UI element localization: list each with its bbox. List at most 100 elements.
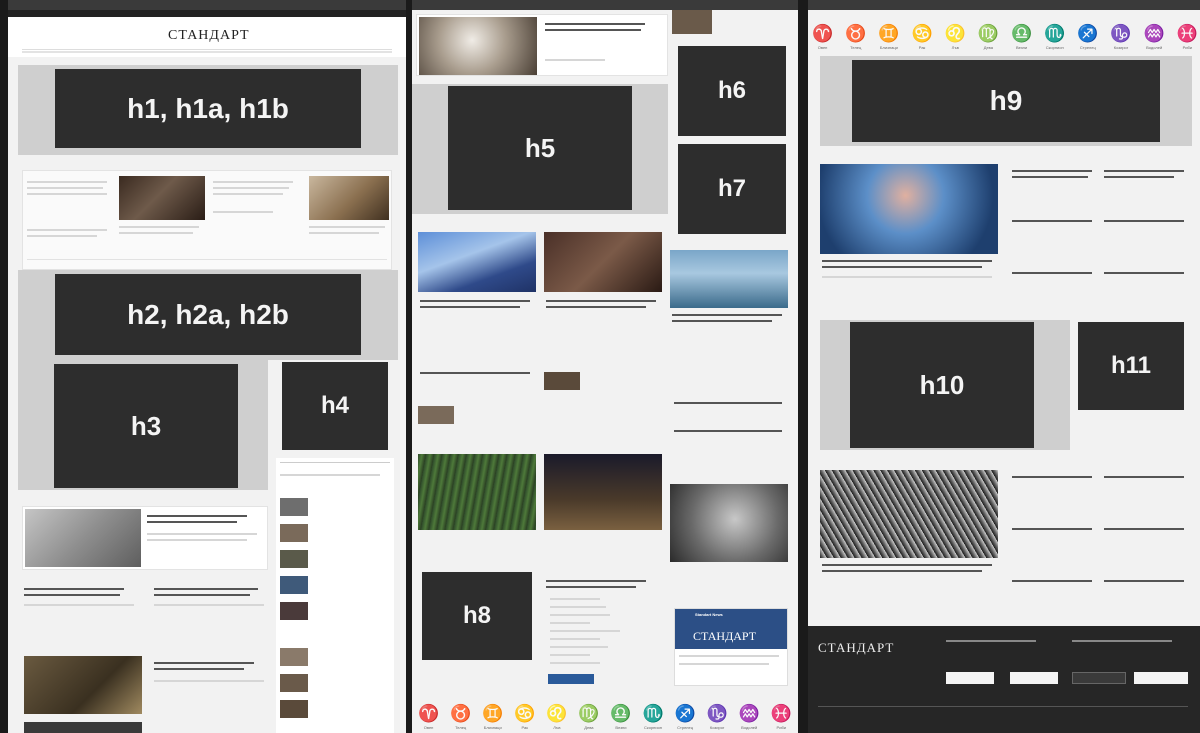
thumb[interactable] <box>544 372 580 390</box>
ad-slot-h2[interactable]: h2, h2a, h2b <box>55 274 361 355</box>
ad-slot-h10[interactable]: h10 <box>850 322 1034 448</box>
ad-slot-h1[interactable]: h1, h1a, h1b <box>55 69 361 148</box>
thumb[interactable] <box>280 648 308 666</box>
subscribe-button[interactable] <box>1134 672 1188 684</box>
poll-option[interactable] <box>550 614 610 616</box>
news-block <box>22 170 392 270</box>
zodiac-item[interactable]: ♓ Риби <box>771 704 792 730</box>
thumb[interactable] <box>280 498 308 516</box>
thumb[interactable] <box>418 406 454 424</box>
zodiac-label: Скорпион <box>1045 45 1064 50</box>
article-image-tower[interactable] <box>820 470 998 558</box>
zodiac-icon: ♓ <box>770 704 792 723</box>
ad-slot-h8[interactable]: h8 <box>422 572 532 660</box>
article-image[interactable] <box>119 176 205 220</box>
zodiac-label: Везни <box>1015 45 1028 50</box>
text-line <box>213 187 289 189</box>
ad-slot-h5[interactable]: h5 <box>448 86 632 210</box>
zodiac-item[interactable]: ♐ Стрелец <box>675 704 696 730</box>
zodiac-icon: ♌ <box>944 24 966 43</box>
zodiac-label: Дева <box>983 45 993 50</box>
zodiac-item[interactable]: ♒ Водолей <box>739 704 760 730</box>
zodiac-item[interactable]: ♎ Везни <box>1011 24 1032 50</box>
facebook-promo[interactable]: Standart News СТАНДАРТ <box>674 608 788 686</box>
zodiac-item[interactable]: ♈ Овен <box>418 704 439 730</box>
zodiac-icon: ♐ <box>1077 24 1099 43</box>
article-image[interactable] <box>25 509 141 567</box>
zodiac-item[interactable]: ♐ Стрелец <box>1077 24 1098 50</box>
text-line <box>309 232 379 234</box>
gallery-image[interactable] <box>418 454 536 530</box>
zodiac-icon: ♋ <box>911 24 933 43</box>
ad-slot-h3[interactable]: h3 <box>54 364 238 488</box>
site-logo[interactable]: СТАНДАРТ <box>168 28 250 44</box>
zodiac-icon: ♌ <box>546 704 568 723</box>
article-image-portrait[interactable] <box>670 484 788 562</box>
zodiac-item[interactable]: ♉ Телец <box>450 704 471 730</box>
zodiac-item[interactable]: ♋ Рак <box>514 704 535 730</box>
poll-option[interactable] <box>550 662 600 664</box>
zodiac-item[interactable]: ♎ Везни <box>610 704 631 730</box>
zodiac-item[interactable]: ♊ Близнаци <box>878 24 899 50</box>
thumb[interactable] <box>280 550 308 568</box>
menu-line <box>22 51 392 53</box>
poll-option[interactable] <box>550 638 600 640</box>
ad-slot-h6[interactable]: h6 <box>678 46 786 136</box>
zodiac-item[interactable]: ♒ Водолей <box>1144 24 1165 50</box>
zodiac-item[interactable]: ♍ Дева <box>578 704 599 730</box>
ad-slot-h7[interactable]: h7 <box>678 144 786 234</box>
thumb[interactable] <box>280 576 308 594</box>
poll-option[interactable] <box>550 606 606 608</box>
thumb[interactable] <box>280 602 308 620</box>
ad-slot-h9[interactable]: h9 <box>852 60 1160 142</box>
zodiac-item[interactable]: ♑ Козирог <box>1110 24 1131 50</box>
zodiac-label: Рак <box>918 45 926 50</box>
zodiac-item[interactable]: ♌ Лъв <box>945 24 966 50</box>
article-image[interactable] <box>24 722 142 733</box>
article-image[interactable] <box>544 232 662 292</box>
article-image[interactable] <box>419 17 537 75</box>
thumb[interactable] <box>280 700 308 718</box>
zodiac-item[interactable]: ♋ Рак <box>911 24 932 50</box>
ad-slot-h4[interactable]: h4 <box>282 362 388 450</box>
zodiac-label: Водолей <box>741 725 758 730</box>
article-image-flags[interactable] <box>418 232 536 292</box>
poll-option[interactable] <box>550 646 608 648</box>
text-line <box>213 181 293 183</box>
zodiac-item[interactable]: ♈ Овен <box>812 24 833 50</box>
article-image-lighthouse[interactable] <box>820 164 998 254</box>
zodiac-item[interactable]: ♉ Телец <box>845 24 866 50</box>
ad-slot-h11[interactable]: h11 <box>1078 322 1184 410</box>
zodiac-label: Овен <box>817 45 828 50</box>
article-image[interactable] <box>670 250 788 308</box>
zodiac-item[interactable]: ♍ Дева <box>978 24 999 50</box>
poll-option[interactable] <box>550 598 600 600</box>
article-image[interactable] <box>24 656 142 714</box>
zodiac-item[interactable]: ♊ Близнаци <box>482 704 503 730</box>
zodiac-icon: ♍ <box>578 704 600 723</box>
thumb[interactable] <box>280 524 308 542</box>
vote-button[interactable] <box>548 674 594 684</box>
video-image[interactable] <box>544 454 662 530</box>
poll-option[interactable] <box>550 654 590 656</box>
text-line <box>27 181 107 183</box>
newsletter-input[interactable] <box>1072 672 1126 684</box>
poll-option[interactable] <box>550 630 620 632</box>
store-button-1[interactable] <box>946 672 994 684</box>
store-button-2[interactable] <box>1010 672 1058 684</box>
zodiac-icon: ♑ <box>1110 24 1132 43</box>
zodiac-icon: ♊ <box>482 704 504 723</box>
article-image[interactable] <box>309 176 389 220</box>
zodiac-item[interactable]: ♏ Скорпион <box>1044 24 1065 50</box>
zodiac-item[interactable]: ♌ Лъв <box>546 704 567 730</box>
zodiac-item[interactable]: ♏ Скорпион <box>642 704 663 730</box>
poll-option[interactable] <box>550 622 590 624</box>
thumb[interactable] <box>672 10 712 34</box>
text-line <box>27 229 107 231</box>
footer-logo[interactable]: СТАНДАРТ <box>818 640 894 656</box>
zodiac-label: Лъв <box>553 725 561 730</box>
zodiac-item[interactable]: ♓ Риби <box>1177 24 1198 50</box>
zodiac-item[interactable]: ♑ Козирог <box>707 704 728 730</box>
thumb[interactable] <box>280 674 308 692</box>
poll-question <box>546 580 646 582</box>
